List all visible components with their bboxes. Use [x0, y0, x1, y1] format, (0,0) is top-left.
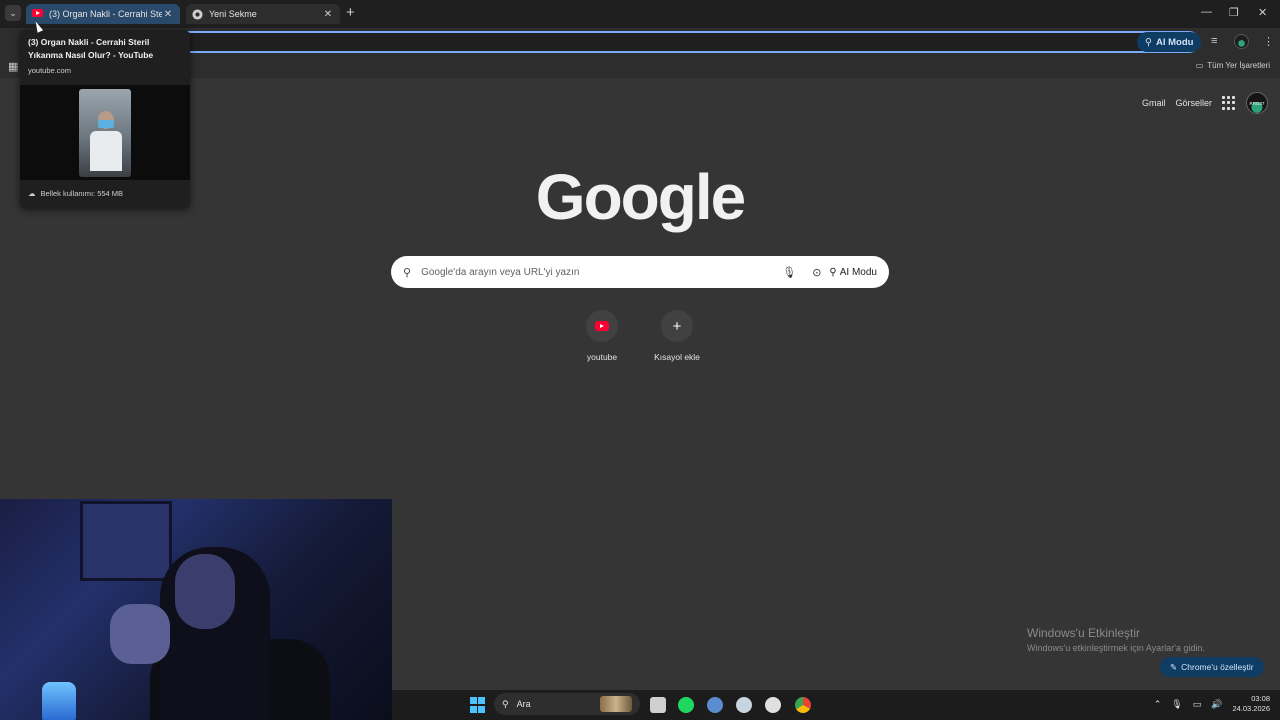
microphone-icon[interactable]: 🎙: [782, 266, 796, 279]
clock-date: 24.03.2026: [1232, 704, 1270, 713]
person-face: [175, 554, 235, 629]
reading-list-icon[interactable]: ≡: [1211, 35, 1217, 47]
steam-icon[interactable]: [736, 697, 752, 713]
tab-new[interactable]: Yeni Sekme ✕: [186, 4, 340, 24]
tab-title: Yeni Sekme: [209, 9, 257, 19]
hovercard-thumbnail: [20, 85, 190, 180]
google-logo: Google: [535, 161, 746, 233]
chevron-up-icon[interactable]: ⌃: [1154, 699, 1162, 710]
youtube-favicon-icon: [32, 8, 43, 20]
search-icon: ⚲: [403, 266, 412, 279]
app-icon[interactable]: [707, 697, 723, 713]
tab-hover-card: (3) Organ Nakli - Cerrahi Steril Yıkanma…: [20, 30, 190, 208]
all-bookmarks-label: Tüm Yer İşaretleri: [1207, 61, 1270, 70]
all-bookmarks[interactable]: ▭ Tüm Yer İşaretleri: [1196, 61, 1270, 70]
images-link[interactable]: Görseller: [1175, 98, 1212, 108]
address-bar[interactable]: [170, 31, 1200, 53]
google-apps-icon[interactable]: [1222, 96, 1236, 110]
watermark-subtitle: Windows'u etkinleştirmek için Ayarlar'a …: [1027, 643, 1205, 653]
plus-icon: +: [661, 310, 693, 342]
youtube-icon: [586, 310, 618, 342]
wall-poster: [80, 501, 172, 581]
taskbar-search-label: Ara: [516, 699, 531, 709]
volume-icon[interactable]: 🔊: [1211, 699, 1222, 710]
search-highlight-image: [600, 696, 632, 712]
ai-mode-label: AI Modu: [839, 266, 877, 278]
camera-lens-icon[interactable]: ⊙: [812, 266, 821, 279]
ai-mode-search-button[interactable]: ⚲ AI Modu: [829, 267, 877, 278]
close-icon[interactable]: ✕: [162, 9, 174, 20]
video-frame: [79, 89, 131, 177]
task-view-icon[interactable]: [650, 697, 666, 713]
hovercard-title: (3) Organ Nakli - Cerrahi Steril Yıkanma…: [28, 37, 154, 60]
shortcut-label: Kısayol ekle: [654, 352, 700, 362]
tab-title: (3) Organ Nakli - Cerrahi Steril: [49, 9, 162, 19]
clock[interactable]: 03:08 24.03.2026: [1232, 694, 1270, 714]
shortcut-youtube[interactable]: youtube: [567, 310, 637, 362]
ai-mode-label: AI Modu: [1155, 36, 1194, 48]
search-box[interactable]: ⚲ Google'da arayın veya URL'yi yazın 🎙 ⊙…: [391, 256, 889, 288]
menu-icon[interactable]: ⋮: [1263, 35, 1274, 48]
hovercard-memory: ☁ Bellek kullanımı: 554 MB: [28, 189, 123, 198]
ai-search-icon: ⚲: [1145, 36, 1152, 48]
shortcut-add[interactable]: + Kısayol ekle: [642, 310, 712, 362]
close-icon[interactable]: ✕: [322, 9, 334, 20]
ai-mode-button[interactable]: ⚲ AI Modu: [1137, 32, 1202, 52]
lamp: [42, 682, 76, 720]
toolbar: [0, 28, 1280, 56]
shortcut-label: youtube: [586, 352, 618, 362]
gmail-link[interactable]: Gmail: [1142, 98, 1166, 108]
spotify-icon[interactable]: [678, 697, 694, 713]
avatar-text: RRG07: [1249, 100, 1265, 106]
profile-avatar[interactable]: [1234, 34, 1249, 49]
customize-label: Chrome'u özelleştir: [1181, 662, 1254, 672]
chrome-icon: [192, 8, 203, 20]
memory-label: Bellek kullanımı: 554 MB: [40, 189, 124, 198]
search-icon: ⚲: [502, 698, 509, 709]
restore-icon[interactable]: ❐: [1229, 6, 1239, 19]
overwolf-icon[interactable]: [765, 697, 781, 713]
tab-search-button[interactable]: ⌄: [5, 5, 21, 21]
tab-strip: ⌄ (3) Organ Nakli - Cerrahi Steril ✕ Yen…: [0, 0, 1280, 28]
microphone-tray-icon[interactable]: 🎙: [1171, 699, 1182, 710]
apps-icon[interactable]: ▦: [8, 60, 18, 73]
watermark-title: Windows'u Etkinleştir: [1027, 626, 1140, 640]
webcam-overlay: [0, 499, 392, 720]
chrome-taskbar-icon[interactable]: [795, 697, 811, 713]
customize-chrome-button[interactable]: ✎ Chrome'u özelleştir: [1160, 657, 1264, 677]
minimize-icon[interactable]: —: [1201, 6, 1212, 18]
clock-time: 03:08: [1251, 694, 1270, 703]
search-placeholder[interactable]: Google'da arayın veya URL'yi yazın: [421, 267, 774, 278]
memory-icon: ☁: [28, 189, 36, 198]
folder-icon: ▭: [1195, 61, 1204, 70]
activation-watermark: Windows'u Etkinleştir Windows'u etkinleş…: [1027, 626, 1205, 653]
windows-start-icon[interactable]: [470, 697, 486, 713]
ai-search-icon: ⚲: [829, 266, 837, 278]
system-tray: ⌃ 🎙 ▭ 🔊 03:08 24.03.2026: [1154, 694, 1270, 714]
top-links: Gmail Görseller RRG07: [1142, 92, 1268, 114]
hovercard-domain: youtube.com: [28, 66, 71, 75]
pencil-icon: ✎: [1170, 661, 1178, 672]
bookmarks-bar: ▦ ▭ Tüm Yer İşaretleri: [0, 56, 1280, 78]
tab-youtube[interactable]: (3) Organ Nakli - Cerrahi Steril ✕: [26, 4, 180, 24]
person-hand: [110, 604, 170, 664]
network-icon[interactable]: ▭: [1193, 699, 1202, 710]
account-avatar[interactable]: RRG07: [1246, 92, 1268, 114]
new-tab-button[interactable]: +: [346, 5, 355, 21]
taskbar: ⚲ Ara ⌃ 🎙 ▭ 🔊 03:08 24.03.2026: [392, 690, 1280, 720]
chevron-down-icon: ⌄: [9, 7, 17, 18]
taskbar-search[interactable]: ⚲ Ara: [494, 693, 640, 715]
window-close-icon[interactable]: ✕: [1258, 6, 1267, 19]
